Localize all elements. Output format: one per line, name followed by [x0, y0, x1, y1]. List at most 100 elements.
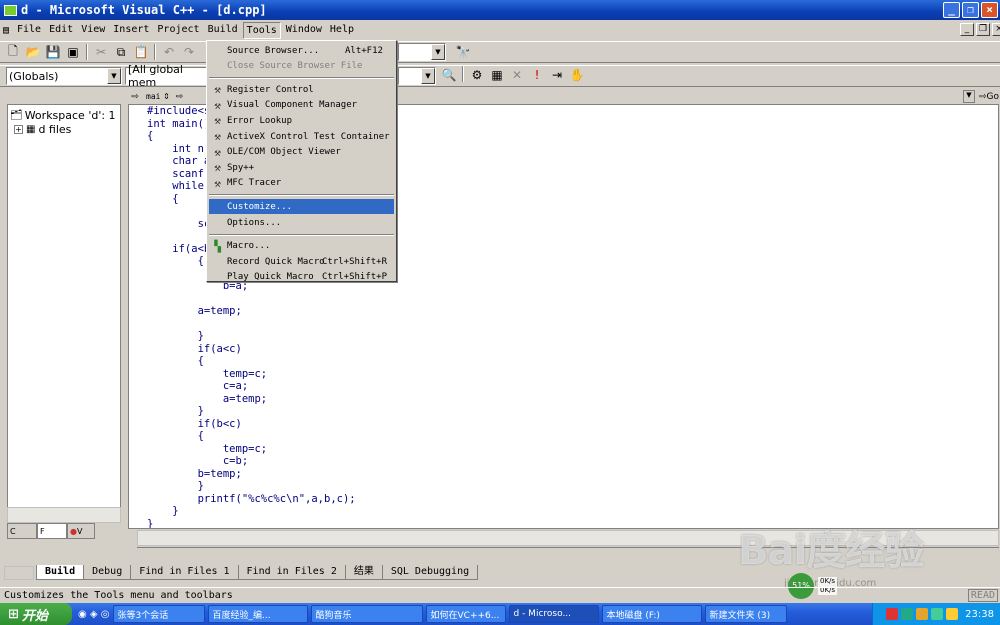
menu-item-play-quick-macro[interactable]: Play Quick Macro Ctrl+Shift+P	[209, 270, 394, 285]
menu-item-ole-com-object-viewer[interactable]: ⚒ OLE/COM Object Viewer	[209, 145, 394, 160]
globals-combo[interactable]: (Globals) ▼	[6, 67, 122, 85]
minimize-button[interactable]: _	[943, 2, 960, 18]
expand-icon[interactable]: +	[14, 124, 23, 134]
task-baidu[interactable]: 百度经验_编...	[207, 605, 308, 623]
class-view-tab[interactable]: C	[7, 523, 37, 539]
task-folder[interactable]: 新建文件夹 (3)	[704, 605, 787, 623]
chevron-down-icon[interactable]: ▼	[107, 68, 121, 84]
find-in-files-icon[interactable]: 🔭	[454, 43, 472, 61]
menu-tools[interactable]: Tools	[242, 22, 281, 39]
save-all-icon[interactable]: ▣	[64, 43, 82, 61]
code-line[interactable]: if(a<c)	[147, 343, 356, 356]
tab-debug[interactable]: Debug	[83, 565, 132, 580]
code-line[interactable]: c=a;	[147, 380, 356, 393]
chevron-down-icon[interactable]: ▼	[421, 68, 435, 84]
mdi-minimize-button[interactable]: _	[960, 23, 974, 36]
nav-function[interactable]: mai	[146, 92, 160, 101]
breakpoint-hand-icon[interactable]: ✋	[568, 66, 586, 84]
code-line[interactable]: temp=c;	[147, 443, 356, 456]
menu-insert[interactable]: Insert	[110, 22, 152, 39]
function-combo[interactable]: ▼	[398, 67, 436, 85]
menu-item-spy[interactable]: ⚒ Spy++	[209, 160, 394, 175]
tray-app-icon[interactable]	[886, 608, 899, 620]
code-line[interactable]: }	[147, 480, 356, 493]
menu-item-options[interactable]: Options...	[209, 215, 394, 230]
mdi-close-button[interactable]: ×	[992, 23, 1000, 36]
task-chat[interactable]: 张等3个会话	[112, 605, 205, 623]
start-button[interactable]: ⊞ 开始	[0, 603, 72, 625]
execute-icon[interactable]: !	[528, 66, 546, 84]
compile-icon[interactable]: ⚙	[468, 66, 486, 84]
open-folder-icon[interactable]: 📂	[24, 43, 42, 61]
code-line[interactable]: b=temp;	[147, 468, 356, 481]
tab-build[interactable]: Build	[36, 565, 85, 580]
output-tab-scroller[interactable]	[4, 566, 34, 580]
task-howto[interactable]: 如何在VC++6...	[425, 605, 506, 623]
chevron-down-icon[interactable]: ▼	[963, 90, 975, 103]
tab-find-in-files-2[interactable]: Find in Files 2	[237, 565, 346, 580]
quicklaunch-icons[interactable]: ◉ ◈ ◎	[78, 609, 110, 620]
tray-app-icon[interactable]	[931, 608, 944, 620]
menu-file[interactable]: File	[14, 22, 44, 39]
new-file-icon[interactable]: 🗋	[4, 43, 22, 61]
task-kugou[interactable]: 酷狗音乐	[310, 605, 423, 623]
menu-help[interactable]: Help	[327, 22, 357, 39]
code-line[interactable]: printf("%c%c%c\n",a,b,c);	[147, 493, 356, 506]
build-icon[interactable]: ▦	[488, 66, 506, 84]
file-view-tab[interactable]: F	[37, 523, 67, 539]
menu-item-record-quick-macro[interactable]: Record Quick Macro Ctrl+Shift+R	[209, 254, 394, 269]
menu-item-error-lookup[interactable]: ⚒ Error Lookup	[209, 113, 394, 128]
menu-window[interactable]: Window	[283, 22, 325, 39]
undo-icon[interactable]: ↶	[160, 43, 178, 61]
menu-view[interactable]: View	[78, 22, 108, 39]
cut-icon[interactable]: ✂	[92, 43, 110, 61]
go-button[interactable]: ⇨Go	[979, 92, 999, 102]
close-button[interactable]: ×	[981, 2, 998, 18]
code-line[interactable]: if(b<c)	[147, 418, 356, 431]
tray-app-icon[interactable]	[916, 608, 929, 620]
maximize-button[interactable]: ❐	[962, 2, 979, 18]
go-debug-icon[interactable]: ⇥	[548, 66, 566, 84]
nav-arrow-icon[interactable]: ⇨	[128, 90, 142, 103]
tray-app-icon[interactable]	[901, 608, 914, 620]
code-line[interactable]: }	[147, 405, 356, 418]
stop-build-icon[interactable]: ✕	[508, 66, 526, 84]
tab-find-in-files-1[interactable]: Find in Files 1	[130, 565, 239, 580]
tray-app-icon[interactable]	[946, 608, 959, 620]
code-line[interactable]	[147, 318, 356, 331]
wizard-action-icon[interactable]: 🔍	[440, 66, 458, 84]
code-line[interactable]: {	[147, 430, 356, 443]
code-line[interactable]: a=temp;	[147, 393, 356, 406]
tab-results[interactable]: 结果	[344, 565, 383, 580]
code-line[interactable]: }	[147, 505, 356, 518]
menu-project[interactable]: Project	[154, 22, 202, 39]
menu-item-visual-component-manager[interactable]: ⚒ Visual Component Manager	[209, 98, 394, 113]
menu-item-register-control[interactable]: ⚒ Register Control	[209, 82, 394, 97]
resource-view-tab[interactable]: ● V	[67, 523, 95, 539]
code-line[interactable]: c=b;	[147, 455, 356, 468]
code-line[interactable]: temp=c;	[147, 368, 356, 381]
workspace-root[interactable]: 🗂 Workspace 'd': 1	[8, 108, 120, 122]
project-node[interactable]: + ▦ d files	[8, 122, 120, 136]
task-disk[interactable]: 本地磁盘 (F:)	[601, 605, 702, 623]
menu-item-macro[interactable]: ▚ Macro...	[209, 239, 394, 254]
task-vc[interactable]: d - Microso...	[508, 605, 599, 623]
redo-icon[interactable]: ↷	[180, 43, 198, 61]
code-line[interactable]	[147, 293, 356, 306]
menu-item-source-browser[interactable]: Source Browser... Alt+F12	[209, 43, 394, 58]
nav-arrow-icon[interactable]: ⇨	[172, 90, 186, 103]
tab-sql-debugging[interactable]: SQL Debugging	[381, 565, 479, 580]
find-combo[interactable]: ▼	[398, 43, 446, 61]
menu-build[interactable]: Build	[205, 22, 241, 39]
chevron-down-icon[interactable]: ▼	[431, 44, 445, 60]
menu-item-close-source-browser-file[interactable]: Close Source Browser File	[209, 59, 394, 74]
menu-item-activex-control-test-container[interactable]: ⚒ ActiveX Control Test Container	[209, 129, 394, 144]
code-line[interactable]: }	[147, 330, 356, 343]
paste-icon[interactable]: 📋	[132, 43, 150, 61]
copy-icon[interactable]: ⧉	[112, 43, 130, 61]
save-icon[interactable]: 💾	[44, 43, 62, 61]
members-combo[interactable]: [All global mem	[125, 63, 207, 89]
menu-item-mfc-tracer[interactable]: ⚒ MFC Tracer	[209, 176, 394, 191]
code-line[interactable]: a=temp;	[147, 305, 356, 318]
code-line[interactable]: }	[147, 518, 356, 529]
